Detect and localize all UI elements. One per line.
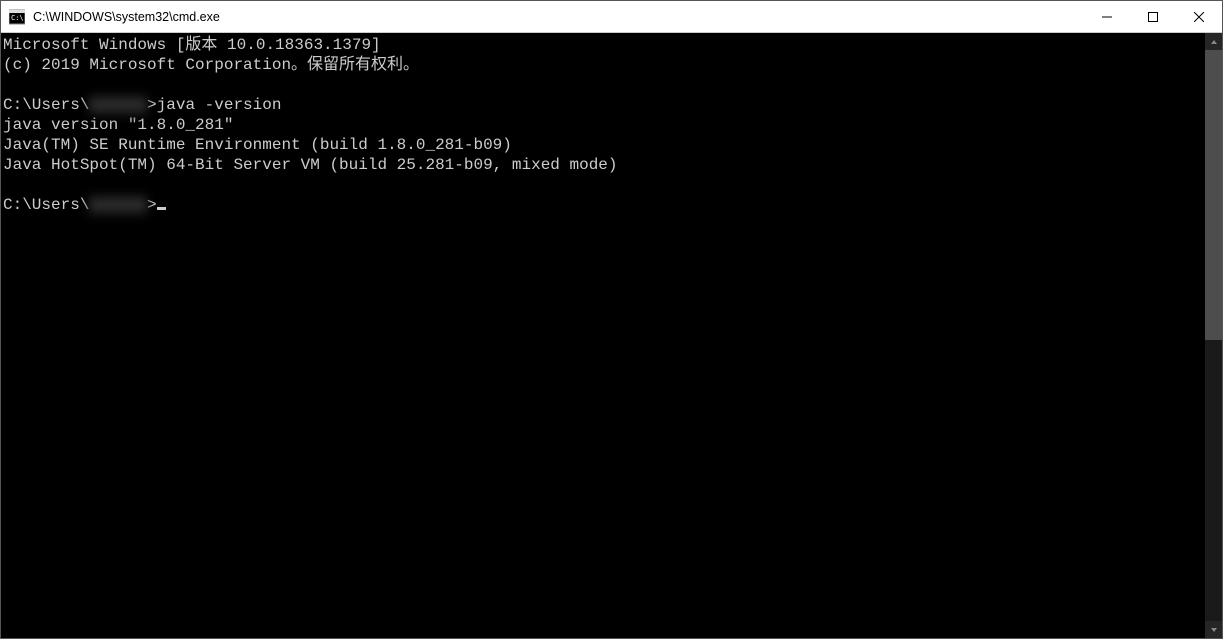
terminal-blank: [3, 75, 1205, 95]
terminal-line: Java(TM) SE Runtime Environment (build 1…: [3, 135, 1205, 155]
terminal-line: C:\Users\xxxxxx>java -version: [3, 95, 1205, 115]
command-text: java -version: [157, 96, 282, 114]
terminal-output[interactable]: Microsoft Windows [版本 10.0.18363.1379](c…: [1, 33, 1205, 638]
prompt-prefix: C:\Users\: [3, 96, 89, 114]
minimize-button[interactable]: [1084, 1, 1130, 32]
window-title: C:\WINDOWS\system32\cmd.exe: [33, 10, 220, 24]
prompt-prefix: C:\Users\: [3, 196, 89, 214]
vertical-scrollbar[interactable]: [1205, 33, 1222, 638]
maximize-button[interactable]: [1130, 1, 1176, 32]
scrollbar-up-arrow-icon[interactable]: [1205, 33, 1222, 50]
svg-text:C:\: C:\: [11, 14, 24, 22]
redacted-username: xxxxxx: [89, 95, 147, 115]
prompt-suffix: >: [147, 196, 157, 214]
redacted-username: xxxxxx: [89, 195, 147, 215]
scrollbar-down-arrow-icon[interactable]: [1205, 621, 1222, 638]
close-button[interactable]: [1176, 1, 1222, 32]
cursor: [157, 207, 166, 210]
scrollbar-track[interactable]: [1205, 50, 1222, 621]
scrollbar-thumb[interactable]: [1205, 50, 1222, 340]
terminal-line: C:\Users\xxxxxx>: [3, 195, 1205, 215]
terminal-line: Java HotSpot(TM) 64-Bit Server VM (build…: [3, 155, 1205, 175]
terminal-line: (c) 2019 Microsoft Corporation。保留所有权利。: [3, 55, 1205, 75]
terminal-line: Microsoft Windows [版本 10.0.18363.1379]: [3, 35, 1205, 55]
titlebar[interactable]: C:\ C:\WINDOWS\system32\cmd.exe: [1, 1, 1222, 33]
prompt-suffix: >: [147, 96, 157, 114]
window-controls: [1084, 1, 1222, 32]
terminal-line: java version "1.8.0_281": [3, 115, 1205, 135]
client-area: Microsoft Windows [版本 10.0.18363.1379](c…: [1, 33, 1222, 638]
terminal-blank: [3, 175, 1205, 195]
cmd-icon: C:\: [9, 9, 25, 25]
